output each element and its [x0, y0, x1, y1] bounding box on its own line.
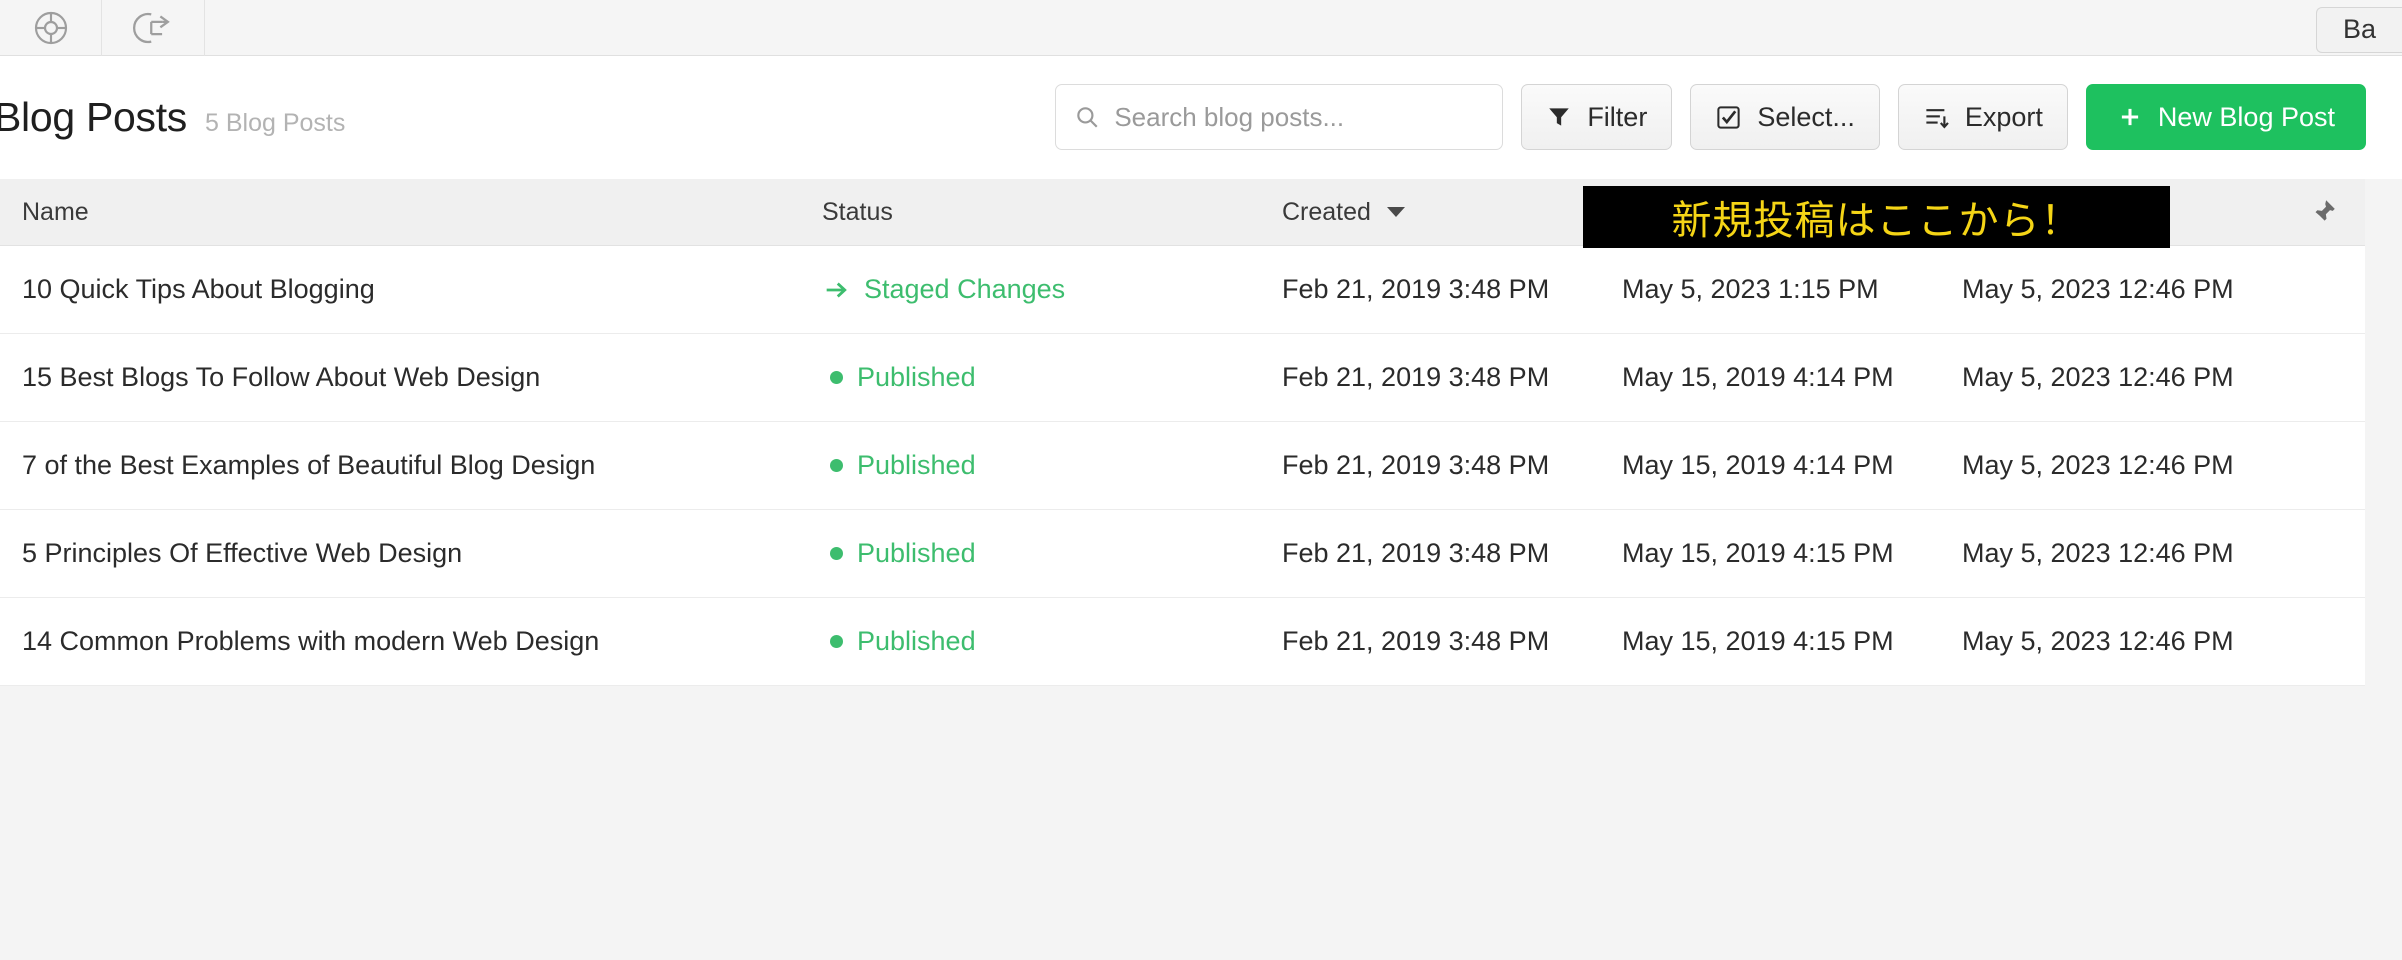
cell-published: May 5, 2023 12:46 PM: [1940, 538, 2280, 569]
table-row[interactable]: 5 Principles Of Effective Web Design Pub…: [0, 510, 2365, 598]
column-header-created[interactable]: Created: [1260, 198, 1600, 227]
table-row[interactable]: 10 Quick Tips About Blogging Staged Chan…: [0, 246, 2365, 334]
cell-name: 15 Best Blogs To Follow About Web Design: [0, 362, 800, 393]
cell-created: Feb 21, 2019 3:48 PM: [1260, 626, 1600, 657]
topbar-right-group: Ba: [2316, 0, 2402, 55]
cell-status: Published: [800, 626, 1260, 657]
lifebuoy-icon: [31, 8, 71, 48]
cell-published: May 5, 2023 12:46 PM: [1940, 450, 2280, 481]
search-field[interactable]: [1055, 84, 1503, 150]
table-row[interactable]: 14 Common Problems with modern Web Desig…: [0, 598, 2365, 686]
sign-out-icon: [132, 7, 174, 49]
status-label: Published: [857, 450, 976, 481]
blog-posts-table: Name Status Created Modified Published: [0, 179, 2365, 686]
annotation-text: 新規投稿はここから！: [1672, 188, 2082, 246]
checkbox-check-icon: [1715, 104, 1742, 131]
header-actions: Filter Select... Export: [1055, 84, 2366, 150]
column-header-status-label: Status: [822, 198, 893, 227]
back-button[interactable]: Ba: [2316, 7, 2402, 53]
table-body: 10 Quick Tips About Blogging Staged Chan…: [0, 246, 2365, 686]
cell-status: Published: [800, 450, 1260, 481]
cell-status: Staged Changes: [800, 274, 1260, 305]
status-dot-icon: [830, 547, 843, 560]
export-icon: [1923, 104, 1950, 131]
cell-name: 7 of the Best Examples of Beautiful Blog…: [0, 450, 800, 481]
cell-created: Feb 21, 2019 3:48 PM: [1260, 538, 1600, 569]
filter-button[interactable]: Filter: [1521, 84, 1672, 150]
pin-icon: [2308, 197, 2338, 227]
select-button[interactable]: Select...: [1690, 84, 1880, 150]
search-input[interactable]: [1114, 102, 1484, 133]
cell-name: 14 Common Problems with modern Web Desig…: [0, 626, 800, 657]
pin-column-button[interactable]: [2280, 197, 2365, 227]
plus-icon: [2117, 104, 2143, 130]
export-button[interactable]: Export: [1898, 84, 2068, 150]
status-dot-icon: [830, 371, 843, 384]
title-group: Blog Posts 5 Blog Posts: [0, 94, 345, 141]
search-icon: [1074, 104, 1100, 130]
status-label: Published: [857, 362, 976, 393]
filter-button-label: Filter: [1587, 102, 1647, 133]
new-blog-post-label: New Blog Post: [2158, 102, 2335, 133]
sort-descending-icon: [1387, 207, 1405, 217]
cell-modified: May 15, 2019 4:14 PM: [1600, 450, 1940, 481]
cell-published: May 5, 2023 12:46 PM: [1940, 274, 2280, 305]
cell-modified: May 5, 2023 1:15 PM: [1600, 274, 1940, 305]
column-header-status[interactable]: Status: [800, 198, 1260, 227]
logout-button[interactable]: [102, 0, 205, 56]
cell-created: Feb 21, 2019 3:48 PM: [1260, 274, 1600, 305]
cell-created: Feb 21, 2019 3:48 PM: [1260, 450, 1600, 481]
status-label: Published: [857, 626, 976, 657]
status-label: Published: [857, 538, 976, 569]
cell-name: 5 Principles Of Effective Web Design: [0, 538, 800, 569]
table-row[interactable]: 15 Best Blogs To Follow About Web Design…: [0, 334, 2365, 422]
status-label: Staged Changes: [864, 274, 1065, 305]
status-dot-icon: [830, 459, 843, 472]
cell-published: May 5, 2023 12:46 PM: [1940, 362, 2280, 393]
select-button-label: Select...: [1757, 102, 1855, 133]
cell-name: 10 Quick Tips About Blogging: [0, 274, 800, 305]
cell-modified: May 15, 2019 4:15 PM: [1600, 626, 1940, 657]
cell-published: May 5, 2023 12:46 PM: [1940, 626, 2280, 657]
table-row[interactable]: 7 of the Best Examples of Beautiful Blog…: [0, 422, 2365, 510]
cell-created: Feb 21, 2019 3:48 PM: [1260, 362, 1600, 393]
top-utility-bar: Ba: [0, 0, 2402, 56]
cell-modified: May 15, 2019 4:14 PM: [1600, 362, 1940, 393]
column-header-name[interactable]: Name: [0, 198, 800, 227]
page-subtitle-count: 5 Blog Posts: [205, 109, 345, 138]
page-title: Blog Posts: [0, 94, 187, 141]
funnel-icon: [1546, 104, 1572, 130]
cell-modified: May 15, 2019 4:15 PM: [1600, 538, 1940, 569]
status-dot-icon: [830, 635, 843, 648]
arrow-right-icon: [822, 276, 850, 304]
new-blog-post-button[interactable]: New Blog Post: [2086, 84, 2366, 150]
page-header: Blog Posts 5 Blog Posts Filter: [0, 56, 2402, 179]
cell-status: Published: [800, 362, 1260, 393]
topbar-spacer: [205, 0, 2316, 55]
column-header-name-label: Name: [22, 198, 89, 227]
cell-status: Published: [800, 538, 1260, 569]
help-button[interactable]: [0, 0, 102, 56]
export-button-label: Export: [1965, 102, 2043, 133]
annotation-callout: 新規投稿はここから！: [1583, 186, 2170, 248]
table-region: Name Status Created Modified Published: [0, 179, 2402, 960]
column-header-created-label: Created: [1282, 198, 1371, 227]
